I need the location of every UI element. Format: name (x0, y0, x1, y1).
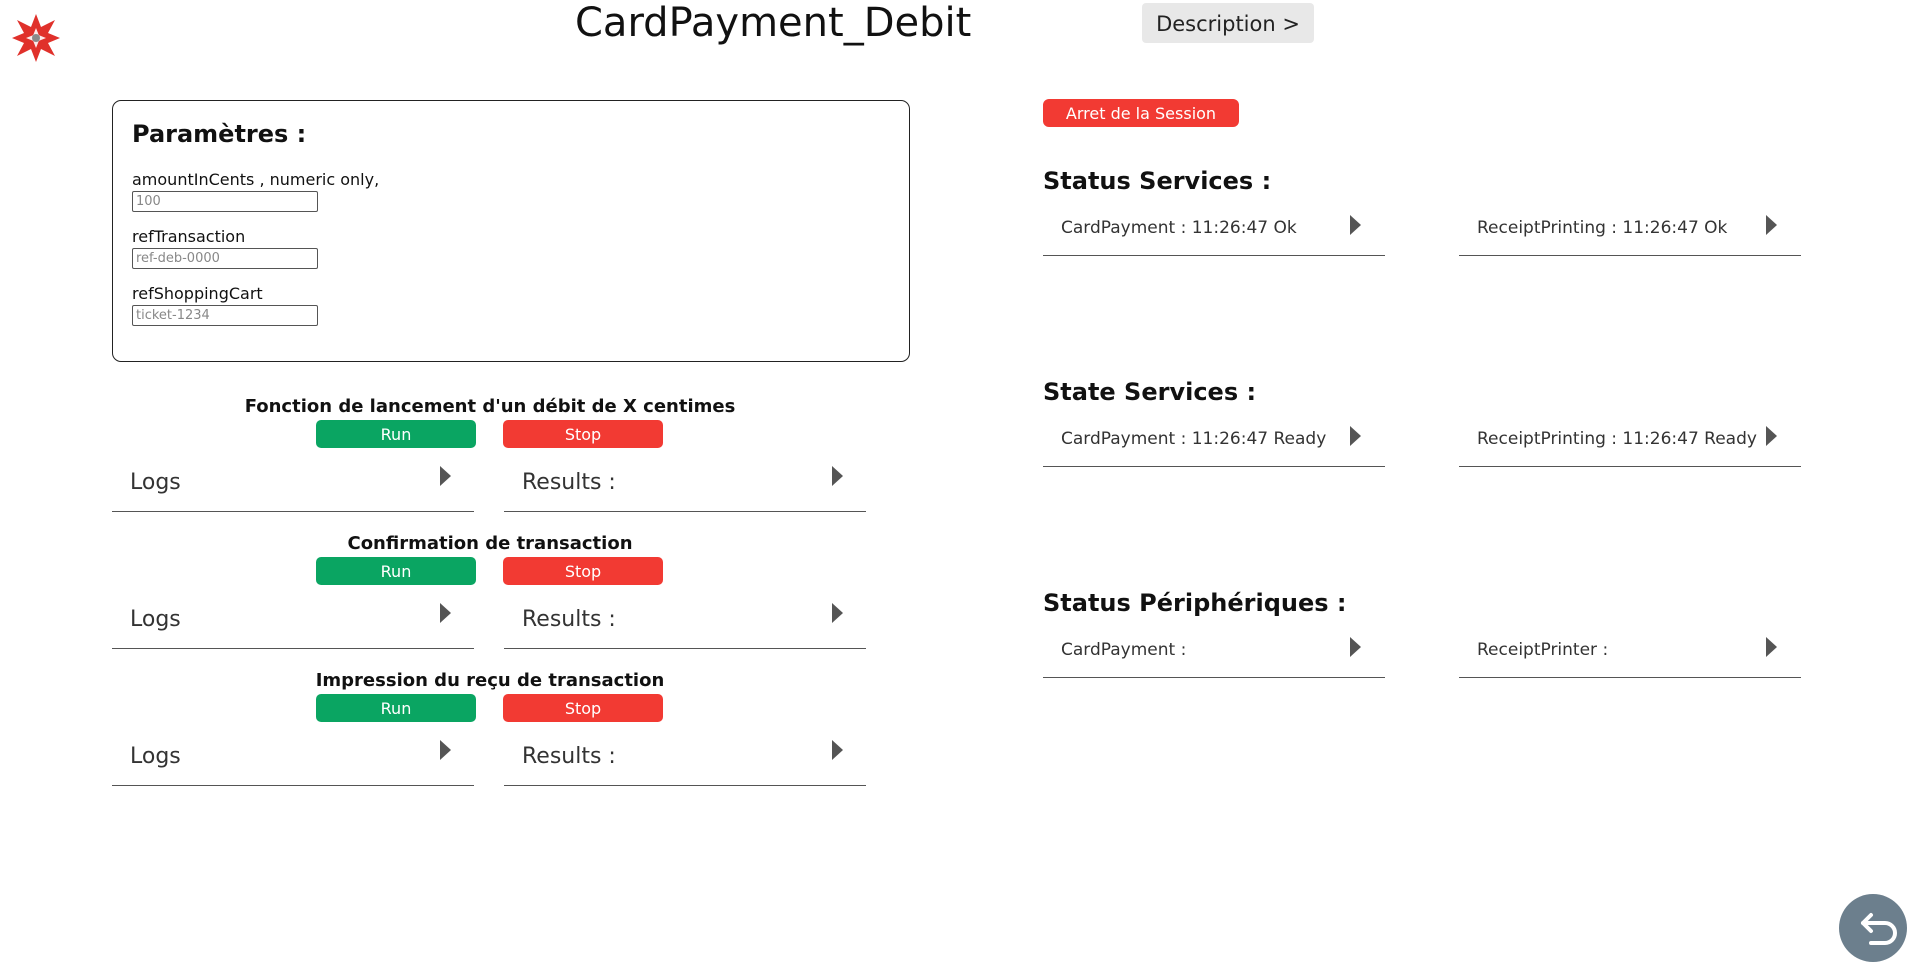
back-arrow-icon (1861, 913, 1897, 945)
logs-panel-confirmation[interactable]: Logs (112, 593, 474, 649)
caret-right-icon[interactable] (1766, 426, 1777, 446)
state-service-text: CardPayment : 11:26:47 Ready (1061, 429, 1327, 449)
function-title-confirmation: Confirmation de transaction (347, 533, 633, 554)
ref-shopping-cart-input[interactable] (132, 305, 318, 326)
function-title-receipt: Impression du reçu de transaction (315, 670, 665, 691)
stop-button-confirmation[interactable]: Stop (503, 557, 663, 585)
status-peripherals-title: Status Périphériques : (1043, 589, 1347, 617)
caret-right-icon[interactable] (1350, 637, 1361, 657)
amount-input[interactable] (132, 191, 318, 212)
results-panel-receipt[interactable]: Results : (504, 730, 866, 786)
caret-right-icon[interactable] (1350, 426, 1361, 446)
state-service-text: ReceiptPrinting : 11:26:47 Ready (1477, 429, 1757, 449)
description-button[interactable]: Description > (1142, 3, 1314, 43)
caret-right-icon[interactable] (1766, 637, 1777, 657)
results-label: Results : (522, 470, 616, 495)
stop-button-receipt[interactable]: Stop (503, 694, 663, 722)
caret-right-icon[interactable] (440, 466, 451, 486)
parameters-title: Paramètres : (132, 120, 307, 148)
caret-right-icon[interactable] (832, 740, 843, 760)
peripheral-text: ReceiptPrinter : (1477, 640, 1609, 660)
status-service-cardpayment[interactable]: CardPayment : 11:26:47 Ok (1043, 206, 1385, 256)
amount-label: amountInCents , numeric only, (132, 170, 380, 189)
results-label: Results : (522, 744, 616, 769)
peripheral-cardpayment[interactable]: CardPayment : (1043, 628, 1385, 678)
function-title-debit: Fonction de lancement d'un débit de X ce… (244, 396, 736, 417)
page-title: CardPayment_Debit (575, 0, 972, 46)
app-logo-icon (10, 12, 62, 64)
results-label: Results : (522, 607, 616, 632)
stop-session-button[interactable]: Arret de la Session (1043, 99, 1239, 127)
results-panel-debit[interactable]: Results : (504, 456, 866, 512)
logs-panel-debit[interactable]: Logs (112, 456, 474, 512)
logs-label: Logs (130, 470, 181, 495)
logs-panel-receipt[interactable]: Logs (112, 730, 474, 786)
ref-transaction-label: refTransaction (132, 227, 246, 246)
stop-button-debit[interactable]: Stop (503, 420, 663, 448)
logs-label: Logs (130, 607, 181, 632)
run-button-debit[interactable]: Run (316, 420, 476, 448)
status-services-title: Status Services : (1043, 167, 1272, 195)
status-service-text: ReceiptPrinting : 11:26:47 Ok (1477, 218, 1728, 238)
run-button-confirmation[interactable]: Run (316, 557, 476, 585)
caret-right-icon[interactable] (1350, 215, 1361, 235)
state-service-cardpayment[interactable]: CardPayment : 11:26:47 Ready (1043, 417, 1385, 467)
state-services-title: State Services : (1043, 378, 1257, 406)
caret-right-icon[interactable] (440, 740, 451, 760)
caret-right-icon[interactable] (832, 603, 843, 623)
caret-right-icon[interactable] (832, 466, 843, 486)
run-button-receipt[interactable]: Run (316, 694, 476, 722)
back-button[interactable] (1839, 894, 1907, 962)
state-service-receiptprinting[interactable]: ReceiptPrinting : 11:26:47 Ready (1459, 417, 1801, 467)
status-service-receiptprinting[interactable]: ReceiptPrinting : 11:26:47 Ok (1459, 206, 1801, 256)
results-panel-confirmation[interactable]: Results : (504, 593, 866, 649)
peripheral-text: CardPayment : (1061, 640, 1187, 660)
ref-transaction-input[interactable] (132, 248, 318, 269)
status-service-text: CardPayment : 11:26:47 Ok (1061, 218, 1297, 238)
logs-label: Logs (130, 744, 181, 769)
ref-shopping-cart-label: refShoppingCart (132, 284, 263, 303)
caret-right-icon[interactable] (440, 603, 451, 623)
peripheral-receiptprinter[interactable]: ReceiptPrinter : (1459, 628, 1801, 678)
caret-right-icon[interactable] (1766, 215, 1777, 235)
